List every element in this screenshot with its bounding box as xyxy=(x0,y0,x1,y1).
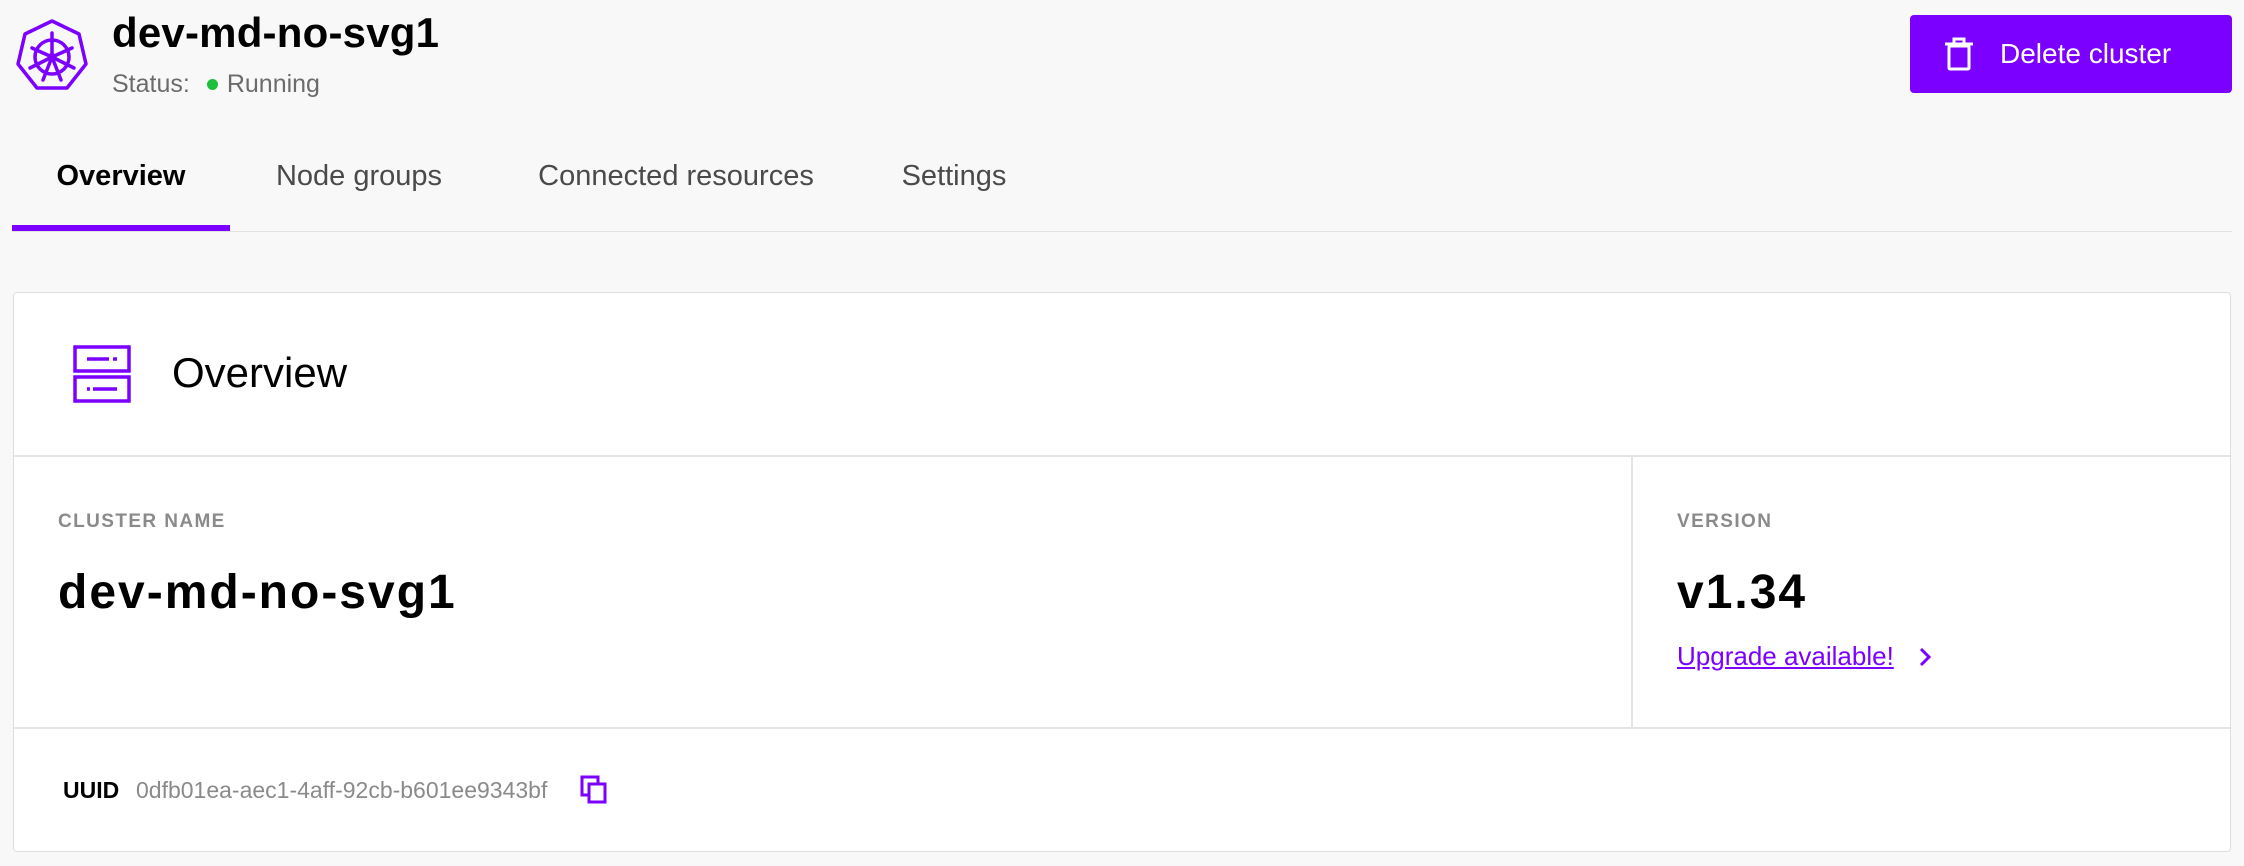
delete-button-label: Delete cluster xyxy=(2000,38,2172,69)
tab-settings[interactable]: Settings xyxy=(886,140,1022,231)
page-header: dev-md-no-svg1 Status: Running Delete cl… xyxy=(0,0,2244,120)
server-icon xyxy=(73,345,131,403)
tab-node-groups[interactable]: Node groups xyxy=(264,140,454,231)
upgrade-link-label: Upgrade available! xyxy=(1677,641,1894,671)
upgrade-link[interactable]: Upgrade available! xyxy=(1677,641,1932,672)
version-label: VERSION xyxy=(1677,511,1773,532)
cluster-name-cell: CLUSTER NAME dev-md-no-svg1 xyxy=(14,455,1633,727)
status-label: Status: xyxy=(112,70,190,98)
card-header: Overview xyxy=(14,293,2230,457)
card-title: Overview xyxy=(172,349,348,396)
status-value: Running xyxy=(226,70,320,98)
kubernetes-icon xyxy=(16,19,88,90)
trash-icon xyxy=(1945,37,1973,71)
version-cell: VERSION v1.34 Upgrade available! xyxy=(1633,455,2230,727)
tab-overview[interactable]: Overview xyxy=(12,140,230,231)
overview-card: Overview CLUSTER NAME dev-md-no-svg1 VER… xyxy=(13,292,2231,852)
cluster-name-value: dev-md-no-svg1 xyxy=(58,566,457,619)
uuid-label: UUID xyxy=(63,777,120,803)
cluster-status: Status: Running xyxy=(112,68,320,100)
page-title: dev-md-no-svg1 xyxy=(112,9,440,56)
chevron-right-icon xyxy=(1919,647,1931,666)
status-dot-icon xyxy=(206,78,218,90)
uuid-row: UUID 0dfb01ea-aec1-4aff-92cb-b601ee9343b… xyxy=(14,727,2230,851)
delete-cluster-button[interactable]: Delete cluster xyxy=(1910,15,2232,93)
uuid-value: 0dfb01ea-aec1-4aff-92cb-b601ee9343bf xyxy=(136,777,548,803)
copy-icon[interactable] xyxy=(580,775,608,805)
tab-bar: Overview Node groups Connected resources… xyxy=(12,140,2232,232)
version-value: v1.34 xyxy=(1677,566,1808,619)
tab-connected-resources[interactable]: Connected resources xyxy=(520,140,832,231)
cluster-name-label: CLUSTER NAME xyxy=(58,511,226,532)
